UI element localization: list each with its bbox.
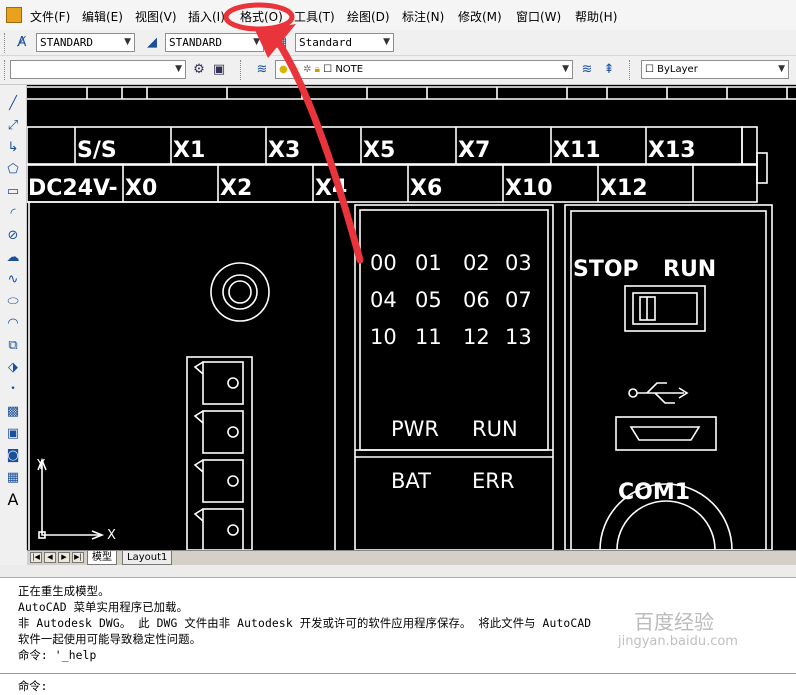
prev-tab-button[interactable]: ◀ [44,552,56,563]
command-line[interactable]: 命令: [0,674,796,695]
history-line: 软件一起使用可能导致稳定性问题。 [18,633,202,646]
splitter[interactable] [0,565,796,578]
history-line: 命令: '_help [18,649,97,662]
watermark-title: 百度经验 [634,610,714,634]
watermark: 百度经验 jingyan.baidu.com [610,606,790,658]
command-prompt: 命令: [18,680,48,693]
history-line: 非 Autodesk DWG。 此 DWG 文件由非 Autodesk 开发或许… [18,617,592,630]
last-tab-button[interactable]: ▶| [72,552,84,563]
highlight-ellipse [223,2,295,32]
history-line: AutoCAD 菜单实用程序已加载。 [18,601,189,614]
history-line: 正在重生成模型。 [18,585,110,598]
tab-layout1[interactable]: Layout1 [122,551,173,565]
tab-model[interactable]: 模型 [87,551,117,565]
watermark-url: jingyan.baidu.com [618,634,738,649]
next-tab-button[interactable]: ▶ [58,552,70,563]
arrow-shaft [266,26,364,264]
layout-tabs-bar: |◀ ◀ ▶ ▶| 模型 Layout1 [27,550,796,565]
first-tab-button[interactable]: |◀ [30,552,42,563]
